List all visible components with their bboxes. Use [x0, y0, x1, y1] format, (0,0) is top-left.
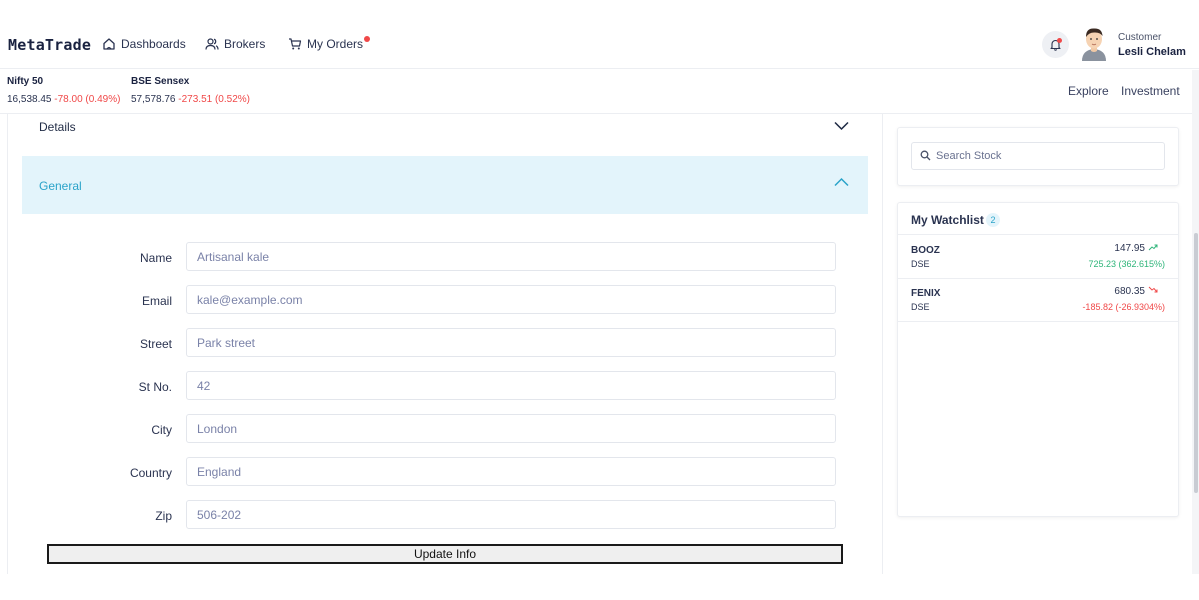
- orders-notification-dot: [364, 36, 371, 42]
- investment-link[interactable]: Investment: [1121, 84, 1180, 98]
- watchlist-card: My Watchlist 2 BOOZ DSE 147.95 725.23 (3…: [897, 202, 1179, 517]
- search-stock-input[interactable]: [936, 147, 1156, 165]
- form-row-street: Street: [0, 328, 880, 358]
- form-row-name: Name: [0, 242, 880, 272]
- stock-price: 680.35: [1114, 286, 1145, 297]
- stock-change: 725.23 (362.615%): [1088, 259, 1165, 269]
- nav-my-orders[interactable]: My Orders: [288, 36, 371, 51]
- index-bse[interactable]: BSE Sensex 57,578.76 -273.51 (0.52%): [131, 76, 250, 105]
- user-role: Customer: [1118, 32, 1162, 43]
- app-logo[interactable]: MetaTrade: [8, 36, 91, 54]
- user-name[interactable]: Lesli Chelam: [1118, 46, 1186, 58]
- trend-up-icon: [1148, 244, 1158, 251]
- avatar[interactable]: [1078, 25, 1110, 61]
- notifications-button[interactable]: [1042, 31, 1069, 58]
- country-field[interactable]: [186, 457, 836, 486]
- accordion-details-title: Details: [39, 120, 76, 134]
- search-icon: [920, 150, 931, 161]
- zip-field[interactable]: [186, 500, 836, 529]
- index-change: -273.51 (0.52%): [178, 94, 250, 105]
- nav-brokers[interactable]: Brokers: [205, 37, 265, 51]
- email-label: Email: [141, 294, 172, 308]
- city-label: City: [151, 423, 172, 437]
- accordion-general-header[interactable]: General: [22, 156, 868, 214]
- street-field[interactable]: [186, 328, 836, 357]
- watchlist-title: My Watchlist: [911, 213, 984, 227]
- index-value: 16,538.45: [7, 94, 52, 105]
- index-change: -78.00 (0.49%): [54, 94, 121, 105]
- home-icon: [103, 38, 115, 50]
- form-row-email: Email: [0, 285, 880, 315]
- nav-brokers-label: Brokers: [224, 37, 266, 51]
- index-ticker: Nifty 50 16,538.45 -78.00 (0.49%) BSE Se…: [0, 70, 1199, 114]
- email-field[interactable]: [186, 285, 836, 314]
- nav-my-orders-label: My Orders: [307, 37, 364, 51]
- street-label: Street: [139, 337, 172, 351]
- index-value-row: 16,538.45 -78.00 (0.49%): [7, 94, 120, 105]
- chevron-up-icon: [834, 177, 849, 187]
- cart-icon: [289, 38, 302, 50]
- index-value: 57,578.76: [131, 94, 176, 105]
- name-label: Name: [139, 251, 172, 265]
- users-icon: [205, 38, 219, 50]
- nav-dashboards-label: Dashboards: [121, 37, 186, 51]
- form-row-zip: Zip: [0, 500, 880, 530]
- trend-down-icon: [1148, 286, 1158, 293]
- index-name: Nifty 50: [7, 76, 44, 87]
- stno-label: St No.: [138, 380, 172, 394]
- search-card: [897, 127, 1179, 186]
- accordion-general-title: General: [39, 179, 82, 193]
- watchlist-item[interactable]: BOOZ DSE 147.95 725.23 (362.615%): [898, 236, 1178, 279]
- country-label: Country: [129, 466, 172, 480]
- stock-change: -185.82 (-26.9304%): [1082, 302, 1165, 312]
- watchlist-header: My Watchlist 2: [898, 203, 1178, 235]
- user-avatar-icon: [1082, 28, 1106, 61]
- stock-symbol: FENIX: [911, 288, 941, 299]
- stock-exchange: DSE: [911, 259, 930, 269]
- city-field[interactable]: [186, 414, 836, 443]
- watchlist-count-badge: 2: [986, 213, 1000, 227]
- form-row-country: Country: [0, 457, 880, 487]
- nav-dashboards[interactable]: Dashboards: [102, 37, 186, 51]
- watchlist-item[interactable]: FENIX DSE 680.35 -185.82 (-26.9304%): [898, 279, 1178, 322]
- index-name: BSE Sensex: [131, 76, 190, 87]
- index-nifty[interactable]: Nifty 50 16,538.45 -78.00 (0.49%): [7, 76, 120, 105]
- stock-exchange: DSE: [911, 302, 930, 312]
- top-header: MetaTrade Dashboards Brokers My Orders C…: [0, 0, 1199, 69]
- stock-symbol: BOOZ: [911, 245, 940, 256]
- notification-dot: [1057, 38, 1062, 43]
- page-scrollbar-thumb[interactable]: [1194, 233, 1198, 493]
- form-row-stno: St No.: [0, 371, 880, 401]
- zip-label: Zip: [155, 509, 172, 523]
- accordion-details-header[interactable]: Details: [22, 114, 868, 156]
- name-field[interactable]: [186, 242, 836, 271]
- update-info-button[interactable]: Update Info: [47, 544, 843, 564]
- stock-price: 147.95: [1114, 243, 1145, 254]
- search-box[interactable]: [911, 142, 1165, 170]
- stno-field[interactable]: [186, 371, 836, 400]
- form-row-city: City: [0, 414, 880, 444]
- chevron-down-icon: [834, 121, 849, 131]
- explore-link[interactable]: Explore: [1068, 84, 1109, 98]
- index-value-row: 57,578.76 -273.51 (0.52%): [131, 94, 250, 105]
